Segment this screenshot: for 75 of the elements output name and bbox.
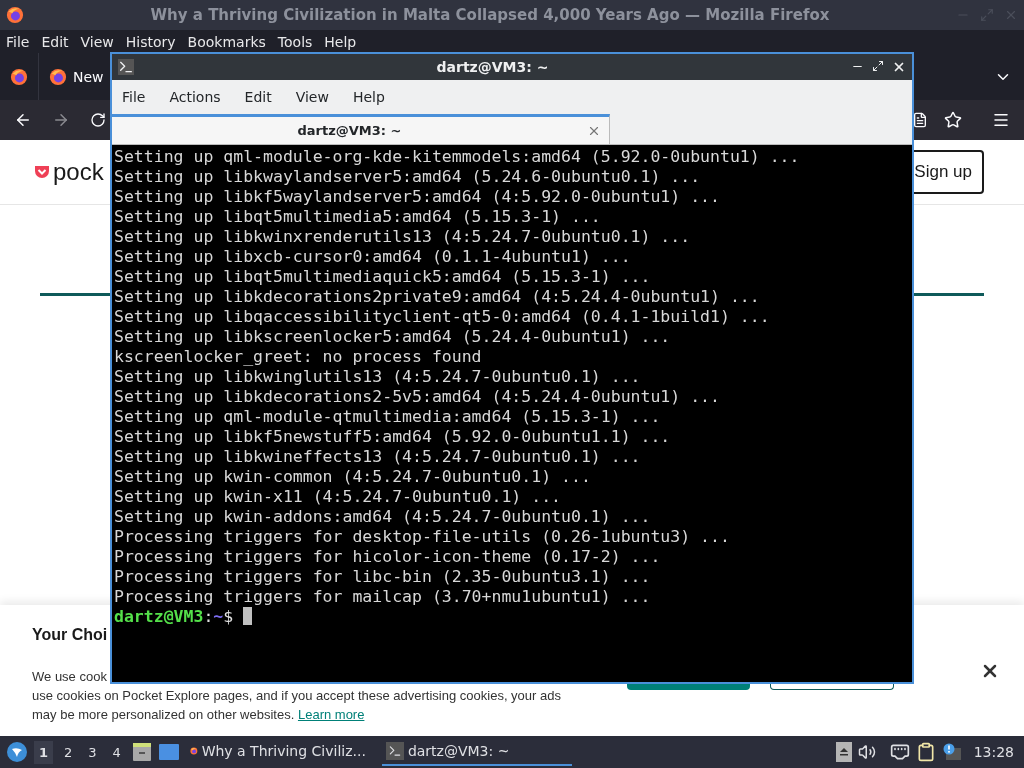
terminal-line: Setting up libqt5multimedia5:amd64 (5.15.3-1) ... [114,207,602,227]
menu-item[interactable]: Help [324,33,357,50]
start-menu-icon[interactable] [6,741,28,763]
logo-text: pock [53,158,104,186]
banner-title: Your Choi [32,625,109,644]
terminal-line: Setting up libkdecorations2-5v5:amd64 (4:5.24.4-0ubuntu1) ... [114,387,721,407]
terminal-line: kscreenlocker_greet: no process found [114,347,483,367]
terminal-line: Setting up kwin-common (4:5.24.7-0ubuntu0.1) ... [114,467,592,487]
terminal-line: Setting up libkwinglutils13 (4:5.24.7-0ubuntu0.1) ... [114,367,642,387]
menu-item[interactable]: File [122,88,146,105]
menu-item[interactable]: Edit [41,33,69,50]
learn-more-link[interactable]: Learn more [297,707,365,722]
firefox-icon [6,6,24,24]
terminal-line: Setting up libqt5multimediaquick5:amd64 (5.15.3-1) ... [114,267,652,287]
terminal-line: Setting up libkwaylandserver5:amd64 (5.24.6-0ubuntu0.1) ... [114,167,702,187]
workspace-button[interactable]: 3 [83,740,102,764]
file-cabinet-icon[interactable] [131,742,152,762]
taskbar-task[interactable]: dartz@VM3: ~ [381,738,572,766]
firefox-icon [10,67,28,86]
terminal-icon [385,742,404,760]
pocket-icon [34,165,50,179]
menu-item[interactable]: View [295,88,329,105]
prompt-user: dartz@VM3 [114,607,204,626]
terminal-line: Setting up libkwineffects13 (4:5.24.7-0ubuntu0.1) ... [114,447,642,467]
back-icon[interactable] [14,111,32,129]
terminal-line: Setting up libqaccessibilityclient-qt5-0:amd64 (0.4.1-1build1) ... [114,307,771,327]
menu-item[interactable]: History [125,33,176,50]
terminal-line: Setting up libkdecorations2private9:amd64 (4:5.24.4-0ubuntu1) ... [114,287,761,307]
forward-icon[interactable] [52,111,70,129]
terminal-line: Setting up qml-module-org-kde-kitemmodels:amd64 (5.92.0-0ubuntu1) ... [114,147,801,167]
terminal-line: Setting up qml-module-qtmultimedia:amd64 (5.15.3-1) ... [114,407,662,427]
terminal-line: Setting up libkscreenlocker5:amd64 (5.24.4-0ubuntu1) ... [114,327,672,347]
terminal-line: Processing triggers for mailcap (3.70+nmu1ubuntu1) ... [114,587,652,607]
sign-up-button[interactable]: Sign up [914,150,984,194]
workspace-button[interactable]: 2 [59,740,78,764]
eject-icon[interactable] [835,742,852,762]
terminal-line: Setting up kwin-addons:amd64 (4:5.24.7-0ubuntu0.1) ... [114,507,652,527]
prompt-separator: : [203,607,214,626]
taskbar-task[interactable]: Why a Thriving Civiliz... [185,738,376,766]
terminal-line: Setting up kwin-x11 (4:5.24.7-0ubuntu0.1) ... [114,487,563,507]
terminal-line: Processing triggers for desktop-file-utils (0.26-1ubuntu3) ... [114,527,731,547]
window-title: dartz@VM3: ~ [435,59,550,75]
terminal-line: Processing triggers for hicolor-icon-theme (0.17-2) ... [114,547,662,567]
menu-item[interactable]: Tools [277,33,313,50]
terminal-tab[interactable]: dartz@VM3: ~ [112,114,610,144]
menu-item[interactable]: View [80,33,114,50]
terminal-line: Setting up libkwinxrenderutils13 (4:5.24.7-0ubuntu0.1) ... [114,227,692,247]
menu-icon[interactable] [992,111,1010,129]
menu-item[interactable]: Actions [169,88,221,105]
terminal-icon [118,59,134,75]
network-icon[interactable] [889,742,910,762]
reader-view-icon[interactable] [912,112,928,128]
window-icon[interactable] [157,743,180,761]
clock: 13:28 [973,744,1014,760]
prompt-symbol: $ [223,607,234,626]
terminal-line: Setting up libkf5newstuff5:amd64 (5.92.0-0ubuntu1.1) ... [114,427,672,447]
terminal-line: Setting up libxcb-cursor0:amd64 (0.1.1-4ubuntu1) ... [114,247,632,267]
prompt-path: ~ [213,607,224,626]
notification-icon[interactable] [941,743,962,761]
menu-item[interactable]: Help [352,88,385,105]
workspace-button[interactable]: 4 [107,740,126,764]
menu-item[interactable]: Bookmarks [187,33,266,50]
menu-item[interactable]: Edit [244,88,272,105]
menu-item[interactable]: File [6,33,30,50]
workspace-button[interactable]: 1 [34,740,54,764]
reload-icon[interactable] [90,112,106,128]
text-cursor [243,607,253,625]
window-title: Why a Thriving Civilization in Malta Collapsed 4,000 Years Ago — Mozilla Firefox [149,6,831,24]
volume-icon[interactable] [857,743,876,761]
firefox-icon [49,67,67,86]
bookmark-star-icon[interactable] [944,111,962,129]
maximize-icon[interactable] [872,60,884,72]
terminal-line: Processing triggers for libc-bin (2.35-0ubuntu3.1) ... [114,567,652,587]
close-icon[interactable] [892,60,906,74]
terminal-line: Setting up libkf5waylandserver5:amd64 (4:5.92.0-0ubuntu1) ... [114,187,721,207]
